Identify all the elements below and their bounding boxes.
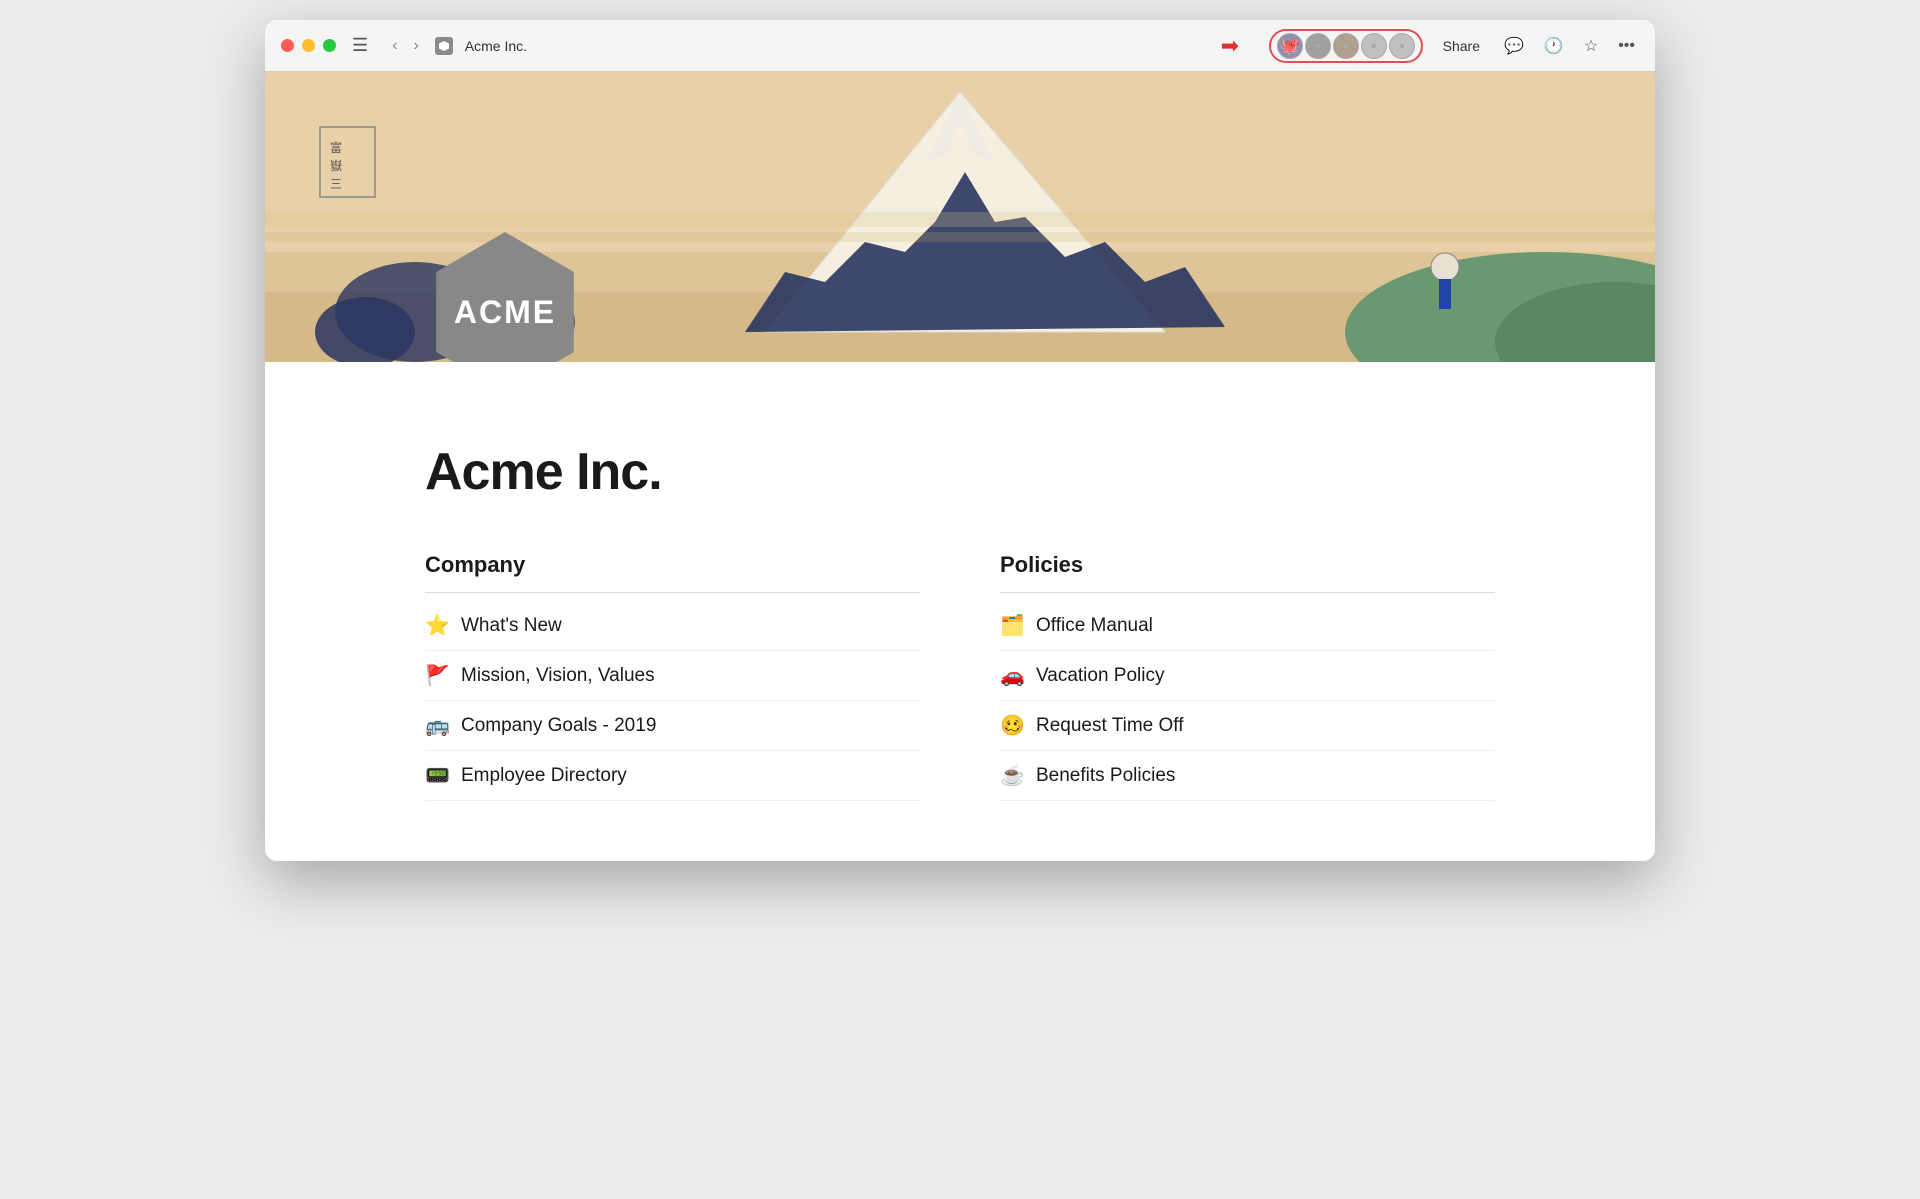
item-label: Request Time Off: [1036, 715, 1184, 737]
star-button[interactable]: ☆: [1580, 32, 1602, 60]
content-area: Acme Inc. Company ⭐ What's New 🚩 Mission…: [265, 362, 1655, 861]
share-button[interactable]: Share: [1435, 34, 1488, 58]
avatar: 🐙: [1277, 33, 1303, 59]
avatar: ●: [1361, 33, 1387, 59]
item-emoji: 🚌: [425, 713, 451, 738]
history-button[interactable]: 🕐: [1540, 32, 1568, 60]
company-heading: Company: [425, 552, 920, 578]
avatar: ●: [1333, 33, 1359, 59]
policies-list: 🗂️ Office Manual 🚗 Vacation Policy 🥴 Req…: [1000, 601, 1495, 801]
list-item[interactable]: ☕ Benefits Policies: [1000, 751, 1495, 801]
list-item[interactable]: 🥴 Request Time Off: [1000, 701, 1495, 751]
list-item[interactable]: 🚩 Mission, Vision, Values: [425, 651, 920, 701]
titlebar: ☰ ‹ › Acme Inc. ➡ 🐙 ● ● ● ● Share 💬 🕐 ☆: [265, 20, 1655, 72]
sections-grid: Company ⭐ What's New 🚩 Mission, Vision, …: [425, 552, 1495, 801]
item-emoji: 🚗: [1000, 663, 1026, 688]
comment-button[interactable]: 💬: [1500, 32, 1528, 60]
more-button[interactable]: •••: [1614, 33, 1639, 59]
item-label: Employee Directory: [461, 765, 627, 787]
item-label: Office Manual: [1036, 615, 1153, 637]
list-item[interactable]: 📟 Employee Directory: [425, 751, 920, 801]
list-item[interactable]: 🗂️ Office Manual: [1000, 601, 1495, 651]
forward-button[interactable]: ›: [409, 35, 422, 57]
item-emoji: ☕: [1000, 763, 1026, 788]
company-divider: [425, 592, 920, 593]
collaborators-area[interactable]: ➡ 🐙 ● ● ● ●: [1269, 29, 1423, 63]
item-label: Vacation Policy: [1036, 665, 1165, 687]
item-emoji: 🚩: [425, 663, 451, 688]
page-title-bar: Acme Inc.: [465, 38, 527, 54]
list-item[interactable]: 🚌 Company Goals - 2019: [425, 701, 920, 751]
company-section: Company ⭐ What's New 🚩 Mission, Vision, …: [425, 552, 920, 801]
policies-section: Policies 🗂️ Office Manual 🚗 Vacation Pol…: [1000, 552, 1495, 801]
item-label: Benefits Policies: [1036, 765, 1175, 787]
page-icon: [435, 37, 453, 55]
page-title: Acme Inc.: [425, 442, 1495, 502]
policies-heading: Policies: [1000, 552, 1495, 578]
minimize-button[interactable]: [302, 39, 315, 52]
red-arrow-icon: ➡: [1221, 33, 1239, 59]
traffic-lights: [281, 39, 336, 52]
hero-logo-text: ACME: [454, 294, 556, 331]
maximize-button[interactable]: [323, 39, 336, 52]
avatar: ●: [1389, 33, 1415, 59]
svg-text:富: 富: [330, 140, 342, 155]
back-button[interactable]: ‹: [388, 35, 401, 57]
close-button[interactable]: [281, 39, 294, 52]
item-emoji: ⭐: [425, 613, 451, 638]
svg-text:嶽: 嶽: [330, 159, 342, 173]
svg-text:三: 三: [330, 177, 342, 191]
item-label: What's New: [461, 615, 562, 637]
item-label: Mission, Vision, Values: [461, 665, 655, 687]
item-emoji: 📟: [425, 763, 451, 788]
item-label: Company Goals - 2019: [461, 715, 656, 737]
sidebar-toggle-button[interactable]: ☰: [352, 35, 368, 56]
nav-buttons: ‹ ›: [388, 35, 423, 57]
item-emoji: 🥴: [1000, 713, 1026, 738]
policies-divider: [1000, 592, 1495, 593]
app-window: ☰ ‹ › Acme Inc. ➡ 🐙 ● ● ● ● Share 💬 🕐 ☆: [265, 20, 1655, 861]
titlebar-right: ➡ 🐙 ● ● ● ● Share 💬 🕐 ☆ •••: [1269, 29, 1639, 63]
item-emoji: 🗂️: [1000, 613, 1026, 638]
hero-banner: 富 嶽 三 ACME: [265, 72, 1655, 362]
list-item[interactable]: 🚗 Vacation Policy: [1000, 651, 1495, 701]
avatar: ●: [1305, 33, 1331, 59]
company-list: ⭐ What's New 🚩 Mission, Vision, Values 🚌…: [425, 601, 920, 801]
list-item[interactable]: ⭐ What's New: [425, 601, 920, 651]
